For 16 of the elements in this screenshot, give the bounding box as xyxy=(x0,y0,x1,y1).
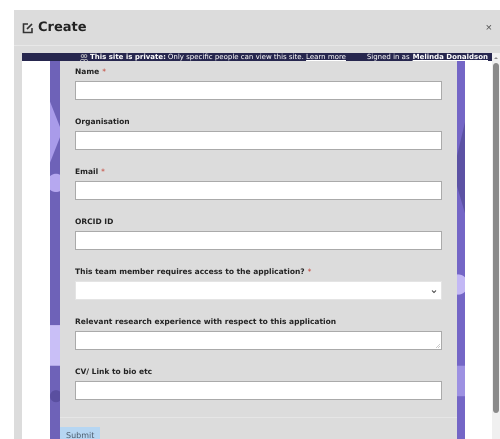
scroll-up-icon[interactable] xyxy=(493,55,499,60)
input-field[interactable] xyxy=(75,381,442,400)
select-field[interactable] xyxy=(75,281,442,300)
dialog-title: Create xyxy=(38,20,88,35)
input-field[interactable] xyxy=(75,231,442,250)
chevron-down-icon xyxy=(431,289,437,294)
input-field[interactable] xyxy=(75,81,442,100)
text-area[interactable] xyxy=(75,331,442,350)
input-field[interactable] xyxy=(75,131,442,150)
people-icon xyxy=(80,54,88,60)
edit-icon xyxy=(22,22,34,34)
submit-button[interactable]: Submit xyxy=(60,427,100,439)
scrollbar[interactable] xyxy=(492,53,500,439)
close-button[interactable]: × xyxy=(486,22,492,34)
resize-grip-icon xyxy=(436,344,440,348)
input-field[interactable] xyxy=(75,181,442,200)
